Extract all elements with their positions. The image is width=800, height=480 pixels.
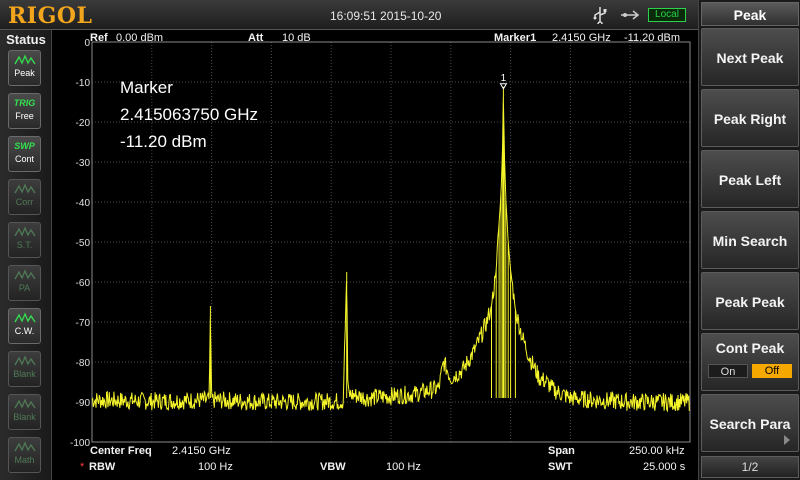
marker-1-symbol[interactable]	[499, 83, 508, 90]
top-bar: RIGOL 16:09:51 2015-10-20 Local	[0, 0, 698, 30]
blank-wave-icon	[9, 398, 40, 410]
ref-label: Ref	[90, 32, 108, 44]
rbw-manual-star: *	[80, 461, 85, 473]
status-button-blank[interactable]: Blank	[8, 394, 41, 430]
marker-header-level: -11.20 dBm	[624, 32, 681, 44]
cw-wave-icon	[9, 312, 40, 324]
y-tick-label: -70	[76, 318, 91, 329]
submenu-arrow-icon	[784, 435, 790, 445]
marker-header-freq: 2.4150 GHz	[552, 32, 611, 44]
network-icon	[621, 10, 640, 20]
center-freq-value: 2.4150 GHz	[172, 445, 231, 457]
marker-readout-level: -11.20 dBm	[120, 132, 207, 151]
vbw-value: 100 Hz	[386, 461, 421, 473]
blank-wave-icon	[9, 355, 40, 367]
rigol-logo: RIGOL	[8, 3, 93, 29]
softkey-menu: Peak Next Peak Peak Right Peak Left Min …	[698, 0, 800, 480]
cont-peak-button[interactable]: Cont Peak On Off	[701, 333, 799, 391]
next-peak-button[interactable]: Next Peak	[701, 28, 799, 86]
menu-page-indicator[interactable]: 1/2	[701, 456, 799, 478]
status-button-top-label: TRIG	[13, 98, 36, 108]
datetime: 16:09:51 2015-10-20	[330, 9, 442, 23]
cont-peak-off[interactable]: Off	[752, 364, 792, 378]
status-button-label: Math	[14, 455, 35, 465]
y-tick-label: -20	[76, 118, 91, 129]
marker-1-label: 1	[501, 73, 507, 84]
pa-icon	[9, 269, 40, 281]
peak-left-button[interactable]: Peak Left	[701, 150, 799, 208]
marker-readout-freq: 2.415063750 GHz	[120, 105, 258, 124]
y-tick-label: -10	[76, 78, 91, 89]
status-sidebar: Status Peak TRIG Free SWP Cont Corr S.T. PA C.W.…	[0, 30, 52, 480]
swt-value: 25.000 s	[643, 461, 686, 473]
status-button-st[interactable]: S.T.	[8, 222, 41, 258]
status-button-label: Peak	[14, 68, 35, 78]
status-button-corr[interactable]: Corr	[8, 179, 41, 215]
status-button-math[interactable]: Math	[8, 437, 41, 473]
swt-label: SWT	[548, 461, 573, 473]
menu-title: Peak	[701, 2, 799, 26]
usb-icon	[593, 7, 607, 24]
span-label: Span	[548, 445, 575, 457]
math-wave-icon	[9, 441, 40, 453]
status-button-label: PA	[18, 283, 31, 293]
cont-peak-label: Cont Peak	[715, 340, 785, 356]
y-tick-label: -80	[76, 358, 91, 369]
status-button-cont[interactable]: SWP Cont	[8, 136, 41, 172]
status-button-blank[interactable]: Blank	[8, 351, 41, 387]
peak-right-button[interactable]: Peak Right	[701, 89, 799, 147]
y-tick-label: -40	[76, 198, 91, 209]
status-button-label: C.W.	[14, 326, 35, 336]
status-button-label: S.T.	[16, 240, 33, 250]
marker-readout: Marker 2.415063750 GHz -11.20 dBm	[120, 74, 258, 155]
status-button-free[interactable]: TRIG Free	[8, 93, 41, 129]
status-button-top-label: SWP	[14, 141, 35, 151]
peak-wave-icon	[9, 54, 40, 66]
search-para-button[interactable]: Search Para	[701, 394, 799, 452]
min-search-button[interactable]: Min Search	[701, 211, 799, 269]
y-tick-label: -90	[76, 398, 91, 409]
status-button-peak[interactable]: Peak	[8, 50, 41, 86]
marker-readout-title: Marker	[120, 78, 173, 97]
status-button-label: Corr	[15, 197, 34, 207]
cont-peak-on[interactable]: On	[708, 364, 748, 378]
peak-peak-button[interactable]: Peak Peak	[701, 272, 799, 330]
vbw-label: VBW	[320, 461, 346, 473]
y-tick-label: -50	[76, 238, 91, 249]
status-button-label: Blank	[13, 369, 36, 379]
span-value: 250.00 kHz	[629, 445, 685, 457]
marker-header-label: Marker1	[494, 32, 537, 44]
st-wave-icon	[9, 226, 40, 238]
rbw-value: 100 Hz	[198, 461, 233, 473]
status-button-label: Cont	[14, 154, 34, 164]
att-label: Att	[248, 32, 264, 44]
y-tick-label: -100	[70, 438, 90, 449]
center-freq-label: Center Freq	[90, 445, 152, 457]
att-value: 10 dB	[282, 32, 311, 44]
rbw-label: RBW	[89, 461, 116, 473]
status-button-cw[interactable]: C.W.	[8, 308, 41, 344]
y-tick-label: -30	[76, 158, 91, 169]
status-button-pa[interactable]: PA	[8, 265, 41, 301]
y-tick-label: -60	[76, 278, 91, 289]
status-button-label: Free	[15, 111, 34, 121]
status-title: Status	[6, 32, 46, 47]
local-badge[interactable]: Local	[648, 8, 686, 22]
corr-wave-icon	[9, 183, 40, 195]
ref-value: 0.00 dBm	[116, 32, 164, 44]
status-button-label: Blank	[13, 412, 36, 422]
spectrum-display: 0 -10 -20 -30 -40 -50 -60 -70 -80 -90 -100 1 Ref 0.…	[52, 30, 698, 480]
cont-peak-toggle[interactable]: On Off	[708, 364, 794, 378]
